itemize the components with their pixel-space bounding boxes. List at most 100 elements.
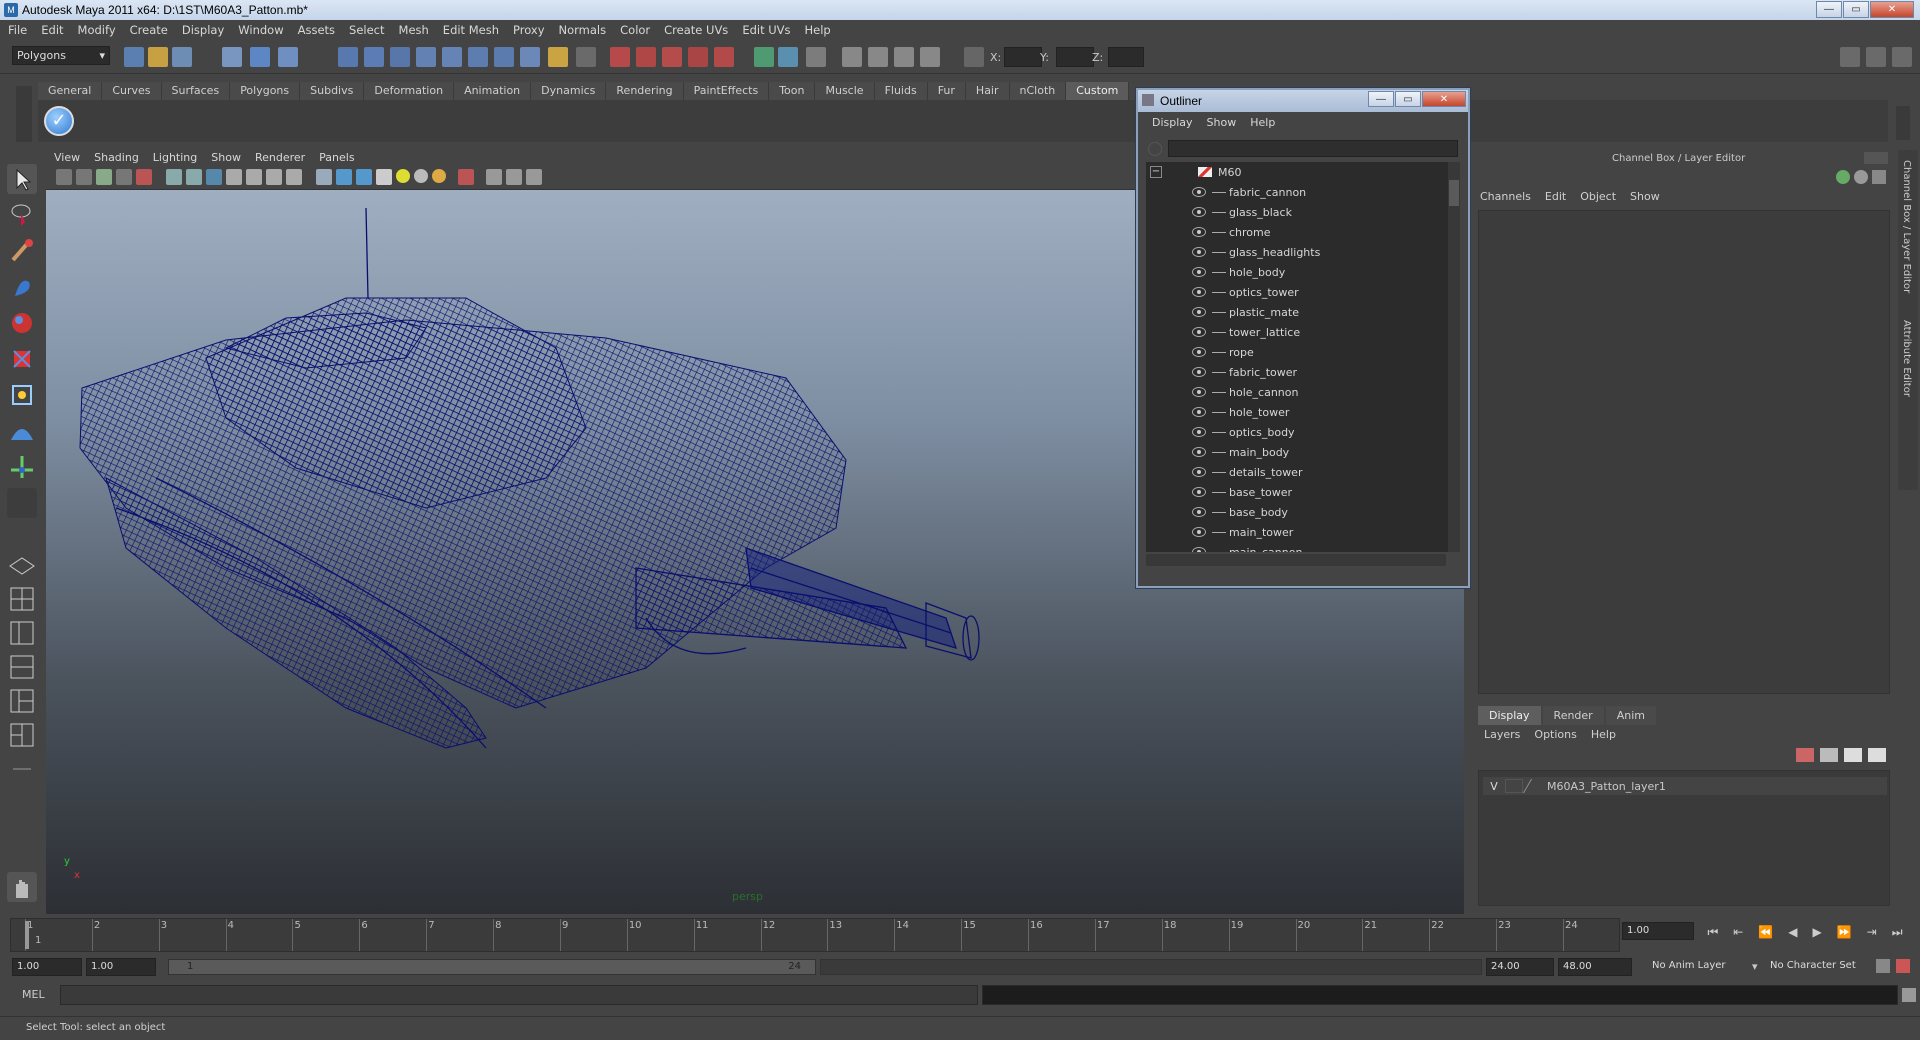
select-joints-icon[interactable]: [390, 47, 410, 67]
outliner-item[interactable]: tower_lattice: [1146, 322, 1456, 342]
outliner-item[interactable]: hole_cannon: [1146, 382, 1456, 402]
lock-icon[interactable]: [548, 47, 568, 67]
snap-to-grids-icon[interactable]: [610, 47, 630, 67]
snap-to-curves-icon[interactable]: [636, 47, 656, 67]
maximize-button[interactable]: ▭: [1843, 1, 1869, 18]
viewport-menu-lighting[interactable]: Lighting: [153, 151, 197, 164]
scale-tool-icon[interactable]: [7, 344, 37, 374]
select-curves-icon[interactable]: [416, 47, 436, 67]
isolate-select-icon[interactable]: [458, 169, 474, 185]
outliner-menu-display[interactable]: Display: [1152, 116, 1193, 129]
paint-select-tool-icon[interactable]: [7, 236, 37, 266]
toggle-channel-box-icon[interactable]: [1892, 47, 1912, 67]
outliner-menu-help[interactable]: Help: [1250, 116, 1275, 129]
play-backwards-icon[interactable]: ◀: [1788, 925, 1797, 939]
minimize-button[interactable]: —: [1816, 1, 1842, 18]
channel-menu-channels[interactable]: Channels: [1480, 190, 1531, 203]
history-icon[interactable]: [754, 47, 774, 67]
bookmarks-icon[interactable]: [96, 169, 112, 185]
animation-preferences-icon[interactable]: [1896, 959, 1910, 973]
shelf-tab-fur[interactable]: Fur: [927, 82, 966, 100]
speed-icon[interactable]: [1854, 170, 1868, 184]
menu-edit-uvs[interactable]: Edit UVs: [742, 23, 790, 37]
viewport-menu-view[interactable]: View: [54, 151, 80, 164]
select-tool-icon[interactable]: [7, 164, 37, 194]
snap-to-view-planes-icon[interactable]: [688, 47, 708, 67]
smooth-shading-icon[interactable]: [336, 169, 352, 185]
collapse-icon[interactable]: −: [1150, 166, 1162, 178]
safe-action-icon[interactable]: [266, 169, 282, 185]
viewport-menu-panels[interactable]: Panels: [319, 151, 354, 164]
outliner-vertical-scrollbar[interactable]: [1448, 162, 1460, 552]
hypershade-layout-icon[interactable]: [7, 686, 37, 716]
perspective-outliner-layout-icon[interactable]: [7, 618, 37, 648]
channel-menu-object[interactable]: Object: [1580, 190, 1616, 203]
shelf-tab-rendering[interactable]: Rendering: [606, 82, 684, 100]
shelf-menu-handle[interactable]: [16, 86, 32, 142]
show-manipulator-icon[interactable]: [7, 452, 37, 482]
outliner-item[interactable]: base_tower: [1146, 482, 1456, 502]
shelf-tab-hair[interactable]: Hair: [965, 82, 1010, 100]
custom-shelf-checkmark-icon[interactable]: ✓: [44, 106, 74, 136]
step-forward-key-icon[interactable]: ⏩: [1837, 925, 1852, 939]
manipulator-icon[interactable]: [1836, 170, 1850, 184]
viewport-menu-show[interactable]: Show: [211, 151, 241, 164]
channel-box-settings-icon[interactable]: [1872, 170, 1886, 184]
make-live-icon[interactable]: [714, 47, 734, 67]
layout-options-icon[interactable]: [7, 754, 37, 784]
outliner-scroll-thumb[interactable]: [1449, 180, 1459, 206]
animation-start-field[interactable]: 1.00: [12, 958, 82, 976]
outliner-item[interactable]: main_tower: [1146, 522, 1456, 542]
outliner-title-bar[interactable]: Outliner — ▭ ✕: [1138, 90, 1468, 112]
z-field[interactable]: [1108, 47, 1144, 67]
layer-display-type-toggle[interactable]: [1505, 779, 1523, 793]
wireframe-shading-icon[interactable]: [316, 169, 332, 185]
create-layer-from-selected-icon[interactable]: [1868, 748, 1886, 762]
layer-visibility-toggle[interactable]: V: [1483, 780, 1505, 793]
range-slider-track[interactable]: [820, 959, 1482, 975]
two-d-pan-zoom-icon[interactable]: [136, 169, 152, 185]
outliner-item[interactable]: rope: [1146, 342, 1456, 362]
render-view-icon[interactable]: [806, 47, 826, 67]
shelf-tab-curves[interactable]: Curves: [102, 82, 162, 100]
menu-modify[interactable]: Modify: [78, 23, 116, 37]
single-perspective-layout-icon[interactable]: [7, 550, 37, 580]
outliner-item[interactable]: main_cannon: [1146, 542, 1456, 552]
layer-menu-layers[interactable]: Layers: [1484, 728, 1520, 741]
xray-icon[interactable]: [486, 169, 502, 185]
snap-to-points-icon[interactable]: [662, 47, 682, 67]
outliner-item[interactable]: glass_black: [1146, 202, 1456, 222]
shelf-tab-polygons[interactable]: Polygons: [230, 82, 301, 100]
layer-tab-render[interactable]: Render: [1542, 706, 1604, 725]
outliner-item[interactable]: base_body: [1146, 502, 1456, 522]
shelf-tab-custom[interactable]: Custom: [1066, 82, 1130, 100]
outliner-menu-show[interactable]: Show: [1207, 116, 1237, 129]
shelf-tab-surfaces[interactable]: Surfaces: [161, 82, 231, 100]
script-language-label[interactable]: MEL: [22, 988, 45, 1001]
use-default-lighting-icon[interactable]: [396, 169, 410, 183]
shadows-icon[interactable]: [432, 169, 446, 183]
select-dynamics-icon[interactable]: [494, 47, 514, 67]
menu-edit-mesh[interactable]: Edit Mesh: [443, 23, 499, 37]
shelf-tab-ncloth[interactable]: nCloth: [1009, 82, 1067, 100]
hypershade-icon[interactable]: [920, 47, 940, 67]
shelf-tab-general[interactable]: General: [38, 82, 103, 100]
anim-layer-dropdown[interactable]: No Anim Layer: [1648, 958, 1750, 976]
animation-end-field[interactable]: 48.00: [1558, 958, 1632, 976]
shelf-tab-muscle[interactable]: Muscle: [815, 82, 875, 100]
render-current-frame-icon[interactable]: [842, 47, 862, 67]
move-layer-up-icon[interactable]: [1796, 748, 1814, 762]
viewport-menu-renderer[interactable]: Renderer: [255, 151, 305, 164]
select-by-object-icon[interactable]: [250, 47, 270, 67]
xray-components-icon[interactable]: [526, 169, 542, 185]
toggle-tool-settings-icon[interactable]: [1866, 47, 1886, 67]
move-layer-down-icon[interactable]: [1820, 748, 1838, 762]
universal-manipulator-icon[interactable]: [7, 380, 37, 410]
gate-mask-icon[interactable]: [226, 169, 242, 185]
side-tab-channel-box[interactable]: Channel Box / Layer Editor: [1901, 160, 1912, 293]
outliner-horizontal-scrollbar[interactable]: [1146, 554, 1446, 566]
outliner-item[interactable]: chrome: [1146, 222, 1456, 242]
textured-icon[interactable]: [376, 169, 392, 185]
filter-toggle-icon[interactable]: [1148, 142, 1162, 156]
soft-modification-icon[interactable]: [7, 416, 37, 446]
